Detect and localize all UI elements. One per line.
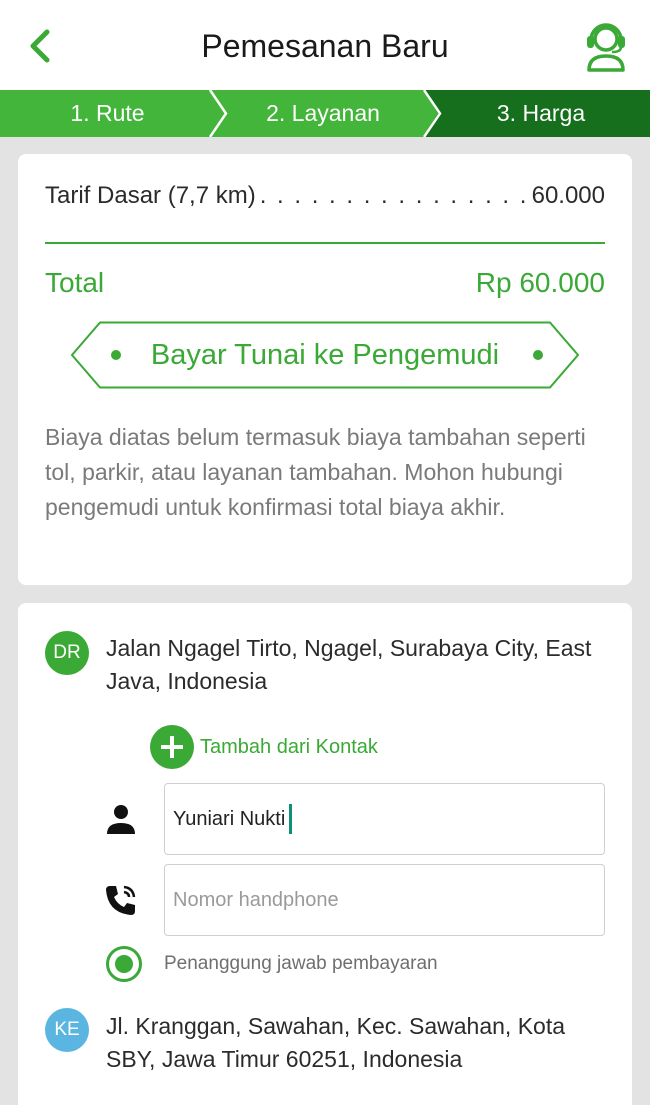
step-harga[interactable]: 3. Harga — [435, 90, 647, 137]
step-layanan[interactable]: 2. Layanan — [218, 90, 428, 137]
payer-radio[interactable] — [106, 946, 142, 982]
add-from-contacts-button[interactable]: Tambah dari Kontak — [150, 725, 378, 769]
base-fare-label: Tarif Dasar (7,7 km) — [45, 182, 256, 209]
base-fare-value: 60.000 — [531, 182, 605, 209]
app-header: Pemesanan Baru — [0, 0, 650, 90]
total-divider — [45, 242, 605, 244]
payment-method-badge[interactable]: Bayar Tunai ke Pengemudi — [70, 321, 580, 389]
payment-method-label: Bayar Tunai ke Pengemudi — [150, 339, 500, 371]
origin-address[interactable]: Jalan Ngagel Tirto, Ngagel, Surabaya Cit… — [106, 632, 602, 698]
add-from-contacts-label: Tambah dari Kontak — [200, 735, 378, 758]
page-title: Pemesanan Baru — [201, 28, 449, 64]
total-row: Total Rp 60.000 — [45, 267, 605, 303]
person-icon — [107, 805, 135, 834]
text-cursor — [289, 804, 292, 834]
origin-badge: DR — [45, 631, 89, 675]
contact-name-input[interactable] — [164, 783, 605, 855]
locations-card: DR Jalan Ngagel Tirto, Ngagel, Surabaya … — [18, 603, 632, 1105]
payer-option[interactable]: Penanggung jawab pembayaran — [106, 944, 438, 984]
leader-dots: . . . . . . . . . . . . . . . . . . . . … — [259, 182, 528, 209]
step-rute[interactable]: 1. Rute — [0, 90, 215, 137]
customer-support-button[interactable] — [584, 18, 628, 72]
base-fare-row: Tarif Dasar (7,7 km) . . . . . . . . . .… — [45, 182, 605, 214]
customer-support-icon — [587, 23, 625, 72]
destination-address[interactable]: Jl. Kranggan, Sawahan, Kec. Sawahan, Kot… — [106, 1010, 602, 1076]
destination-badge: KE — [45, 1008, 89, 1052]
total-value: Rp 60.000 — [475, 267, 605, 298]
total-label: Total — [45, 267, 105, 298]
phone-call-icon — [106, 885, 136, 915]
payer-label: Penanggung jawab pembayaran — [164, 953, 438, 974]
plus-icon — [150, 725, 194, 769]
progress-steps: 1. Rute 2. Layanan 3. Harga — [0, 90, 650, 137]
fare-note: Biaya diatas belum termasuk biaya tambah… — [45, 424, 586, 520]
fare-card: Tarif Dasar (7,7 km) . . . . . . . . . .… — [18, 154, 632, 585]
phone-number-input[interactable] — [164, 864, 605, 936]
